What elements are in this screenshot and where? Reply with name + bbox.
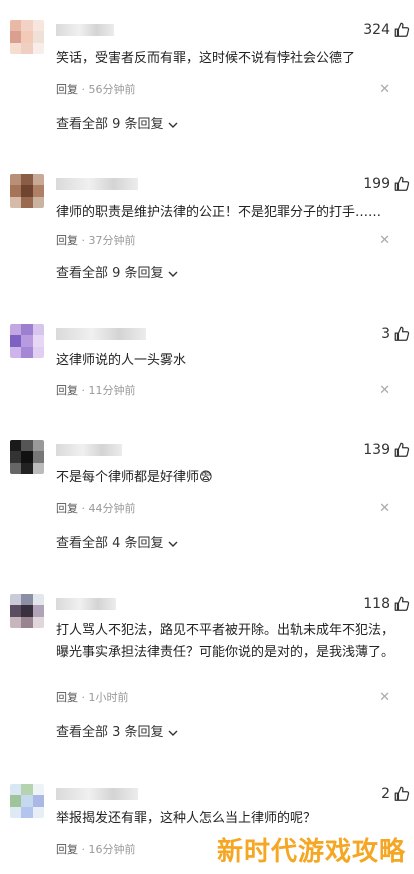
timestamp: 16分钟前 (88, 843, 136, 856)
meta-separator: · (78, 384, 89, 397)
avatar[interactable] (10, 594, 44, 628)
meta-separator: · (78, 83, 89, 96)
thumbs-up-icon[interactable] (393, 595, 411, 613)
thumbs-up-icon[interactable] (393, 785, 411, 803)
close-icon[interactable]: ✕ (379, 83, 390, 97)
like-count: 139 (363, 442, 390, 458)
timestamp: 37分钟前 (88, 234, 136, 247)
comment-text: 笑话，受害者反而有罪，这时候不说有悖社会公德了 (56, 51, 356, 66)
like-count: 199 (363, 176, 390, 192)
chevron-down-icon (168, 541, 178, 547)
view-replies-button[interactable]: 查看全部 9 条回复 (56, 266, 178, 282)
view-replies-label: 查看全部 9 条回复 (56, 266, 164, 281)
watermark: 新时代游戏攻略 (216, 837, 406, 867)
comment-text: 律师的职责是维护法律的公正！不是犯罪分子的打手…… (56, 205, 382, 220)
username-blurred[interactable] (56, 598, 116, 610)
avatar[interactable] (10, 174, 44, 208)
comment-meta: 回复 · 11分钟前 (56, 384, 136, 398)
chevron-down-icon (168, 271, 178, 277)
like-count: 324 (363, 22, 390, 38)
username-blurred[interactable] (56, 178, 138, 190)
reply-button[interactable]: 回复 (56, 234, 78, 247)
comment-text: 打人骂人不犯法，路见不平者被开除。出轨未成年不犯法，曝光事实承担法律责任？可能你… (56, 623, 395, 660)
comment-text: 不是每个律师都是好律师😨 (56, 470, 213, 485)
close-icon[interactable]: ✕ (379, 502, 390, 516)
timestamp: 56分钟前 (88, 83, 136, 96)
username-blurred[interactable] (56, 788, 138, 800)
comment-meta: 回复 · 1小时前 (56, 691, 129, 705)
like-count: 3 (381, 326, 390, 342)
view-replies-button[interactable]: 查看全部 4 条回复 (56, 536, 178, 552)
reply-button[interactable]: 回复 (56, 843, 78, 856)
reply-button[interactable]: 回复 (56, 83, 78, 96)
like-count: 2 (381, 786, 390, 802)
username-blurred[interactable] (56, 328, 146, 340)
view-replies-label: 查看全部 3 条回复 (56, 725, 164, 740)
avatar[interactable] (10, 440, 44, 474)
view-replies-button[interactable]: 查看全部 3 条回复 (56, 725, 178, 741)
reply-button[interactable]: 回复 (56, 502, 78, 515)
timestamp: 11分钟前 (88, 384, 136, 397)
comment-meta: 回复 · 16分钟前 (56, 843, 136, 857)
view-replies-button[interactable]: 查看全部 9 条回复 (56, 117, 178, 133)
avatar[interactable] (10, 324, 44, 358)
username-blurred[interactable] (56, 444, 122, 456)
view-replies-label: 查看全部 9 条回复 (56, 117, 164, 132)
meta-separator: · (78, 843, 89, 856)
reply-button[interactable]: 回复 (56, 384, 78, 397)
close-icon[interactable]: ✕ (379, 691, 390, 705)
thumbs-up-icon[interactable] (393, 441, 411, 459)
thumbs-up-icon[interactable] (393, 175, 411, 193)
chevron-down-icon (168, 730, 178, 736)
timestamp: 44分钟前 (88, 502, 136, 515)
view-replies-label: 查看全部 4 条回复 (56, 536, 164, 551)
avatar[interactable] (10, 20, 44, 54)
comment-text: 这律师说的人一头雾水 (56, 353, 187, 368)
meta-separator: · (78, 691, 89, 704)
comment-text: 举报揭发还有罪，这种人怎么当上律师的呢？ (56, 811, 317, 826)
comment-meta: 回复 · 56分钟前 (56, 83, 136, 97)
avatar[interactable] (10, 784, 44, 818)
reply-button[interactable]: 回复 (56, 691, 78, 704)
thumbs-up-icon[interactable] (393, 325, 411, 343)
comment-meta: 回复 · 44分钟前 (56, 502, 136, 516)
close-icon[interactable]: ✕ (379, 234, 390, 248)
meta-separator: · (78, 502, 89, 515)
thumbs-up-icon[interactable] (393, 21, 411, 39)
like-count: 118 (363, 596, 390, 612)
comment-meta: 回复 · 37分钟前 (56, 234, 136, 248)
close-icon[interactable]: ✕ (379, 384, 390, 398)
chevron-down-icon (168, 122, 178, 128)
meta-separator: · (78, 234, 89, 247)
timestamp: 1小时前 (88, 691, 129, 704)
username-blurred[interactable] (56, 24, 114, 36)
